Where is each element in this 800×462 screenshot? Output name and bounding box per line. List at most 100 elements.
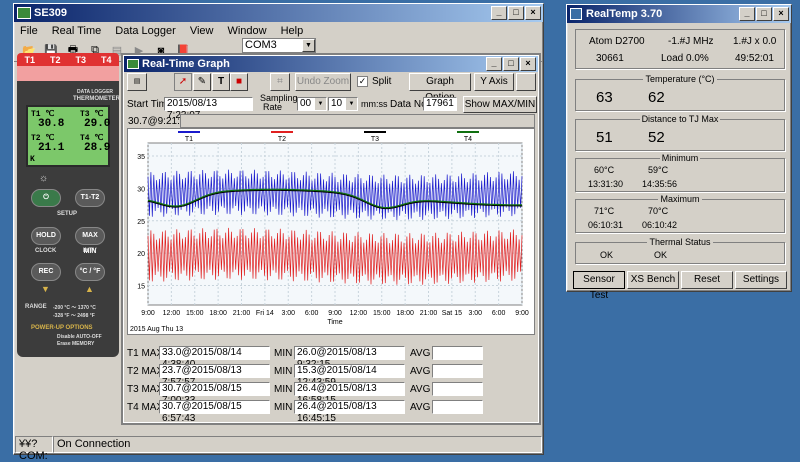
row-max-label: T2 MAX — [127, 366, 164, 377]
lcd-t3-value: 29.0 — [84, 118, 111, 130]
split-checkbox[interactable]: ✓ — [357, 76, 368, 87]
sensor-test-button[interactable]: Sensor Test — [573, 271, 625, 301]
extra-button[interactable] — [516, 73, 536, 91]
row-min-label: MIN — [274, 402, 293, 413]
ruler-icon[interactable]: ⌗ — [270, 73, 290, 91]
chart-svg[interactable]: 9:00 12:00 15:00 18:00 21:00 Fri 14 3:00 6:00 9:… — [128, 129, 534, 334]
y-axis-button[interactable]: Y Axis — [474, 73, 514, 91]
reset-button[interactable]: Reset — [681, 271, 733, 289]
realtemp-titlebar[interactable]: RealTemp 3.70 _ □ × — [567, 5, 791, 23]
row-max-value[interactable]: 30.7@2015/08/15 6:57:43 — [159, 400, 270, 424]
menu-real-time[interactable]: Real Time — [52, 25, 102, 37]
legend-toggle-icon[interactable]: ▤ — [127, 73, 147, 91]
lcd-k: K — [30, 155, 35, 164]
min-core2: 59°C — [648, 165, 669, 175]
intv-label: INTV — [83, 248, 97, 254]
row-min-value[interactable]: 26.4@2015/08/13 16:58:15 — [294, 382, 405, 406]
rate-label-text: Rate — [263, 102, 283, 112]
temperature-label: Temperature (°C) — [643, 74, 717, 84]
device-hold-button[interactable]: HOLD — [31, 227, 61, 245]
start-time-field[interactable]: 2015/08/13 7:23:07 — [164, 97, 253, 121]
data-no-field[interactable]: 17961 — [423, 97, 457, 111]
row-max-label: T1 MAX — [127, 348, 164, 359]
row-max-value[interactable]: 30.7@2015/08/15 7:00:33 — [159, 382, 270, 406]
setup-label: SETUP — [57, 211, 78, 217]
device-unit-button[interactable]: °C / °F — [75, 263, 105, 281]
split-label: Split — [372, 76, 392, 87]
device-rec-button[interactable]: REC — [31, 263, 61, 281]
x-tick-label: Sat 15 — [442, 310, 462, 317]
x-tick-label: 9:00 — [141, 310, 155, 317]
max-core1-time: 06:10:31 — [588, 220, 624, 230]
range-f: -328 °F ～ 2498 °F — [53, 313, 95, 319]
pen-icon[interactable]: ✎ — [193, 73, 211, 91]
row-avg-value[interactable] — [432, 382, 483, 396]
rate-hours-select[interactable]: 00 ▼ — [297, 97, 327, 111]
realtemp-close-button[interactable]: × — [773, 7, 789, 21]
thermal-label: Thermal Status — [647, 237, 713, 247]
row-min-value[interactable]: 26.0@2015/08/13 9:32:15 — [294, 346, 405, 370]
menu-view[interactable]: View — [190, 25, 214, 37]
row-avg-value[interactable] — [432, 346, 483, 360]
rate-minutes-chevron-icon[interactable]: ▼ — [346, 98, 357, 110]
com-port-select[interactable]: COM3 ▼ — [242, 38, 316, 53]
x-tick-label: 3:00 — [468, 310, 482, 317]
graph-close-button[interactable]: × — [520, 57, 536, 71]
device-tab-t3[interactable]: T3 — [75, 55, 86, 65]
device-head — [17, 66, 119, 81]
row-min-value[interactable]: 15.3@2015/08/14 12:43:59 — [294, 364, 405, 388]
main-titlebar[interactable]: SE309 _ □ × — [14, 4, 543, 22]
row-max-value[interactable]: 33.0@2015/08/14 4:38:40 — [159, 346, 270, 370]
close-button[interactable]: × — [525, 6, 541, 20]
rate-hours-chevron-icon[interactable]: ▼ — [315, 98, 326, 110]
row-avg-value[interactable] — [432, 400, 483, 414]
graph-option-button[interactable]: Graph Option — [409, 73, 471, 103]
realtemp-title: RealTemp 3.70 — [586, 8, 663, 20]
temperature-heading: Temperature (°C) — [576, 74, 784, 84]
temp-core1: 63 — [596, 89, 613, 106]
device-tab-t2[interactable]: T2 — [50, 55, 61, 65]
xs-bench-button[interactable]: XS Bench — [627, 271, 679, 289]
range-label: RANGE — [25, 304, 47, 310]
row-max-value[interactable]: 23.7@2015/08/13 7:57:57 — [159, 364, 270, 388]
date-label: 2015 Aug Thu 13 — [130, 326, 183, 333]
graph-maximize-button[interactable]: □ — [503, 57, 519, 71]
settings-button[interactable]: Settings — [735, 271, 787, 289]
graph-titlebar[interactable]: Real-Time Graph _ □ × — [124, 56, 538, 72]
thermal-core1: OK — [600, 250, 614, 260]
pointer-icon[interactable]: ➚ — [174, 73, 192, 91]
realtemp-maximize-button[interactable]: □ — [756, 7, 772, 21]
realtemp-minimize-button[interactable]: _ — [739, 7, 755, 21]
device-t1t2-button[interactable]: T1-T2 — [75, 189, 105, 207]
main-title: SE309 — [34, 7, 68, 19]
menu-help[interactable]: Help — [281, 25, 304, 37]
menu-file[interactable]: File — [20, 25, 38, 37]
menu-data-logger[interactable]: Data Logger — [115, 25, 176, 37]
maximize-button[interactable]: □ — [508, 6, 524, 20]
legend-label: T4 — [464, 136, 472, 143]
text-icon[interactable]: T — [212, 73, 230, 91]
device-tab-t4[interactable]: T4 — [101, 55, 112, 65]
row-avg-value[interactable] — [432, 364, 483, 378]
device-tab-t1[interactable]: T1 — [24, 55, 35, 65]
undo-zoom-button[interactable]: Undo Zoom — [295, 73, 351, 91]
row-min-label: MIN — [274, 384, 293, 395]
minimize-button[interactable]: _ — [491, 6, 507, 20]
show-maxmin-button[interactable]: Show MAX/MIN on — [463, 96, 537, 125]
device-maxmin-button[interactable]: MAX MIN — [75, 227, 105, 255]
distance-heading: Distance to TJ Max — [576, 114, 784, 124]
x-tick-label: 18:00 — [209, 310, 227, 317]
device-brand: THERMOMETER — [73, 96, 120, 102]
graph-minimize-button[interactable]: _ — [486, 57, 502, 71]
realtemp-icon — [570, 8, 582, 20]
color-icon[interactable]: ■ — [230, 73, 248, 91]
rate-minutes-select[interactable]: 10 ▼ — [328, 97, 358, 111]
chevron-down-icon[interactable]: ▼ — [302, 39, 315, 52]
lcd-t1-value: 30.8 — [38, 118, 65, 130]
device-power-button[interactable]: ⏻ — [31, 189, 61, 207]
y-tick-label: 20 — [137, 251, 145, 258]
lcd-t2-value: 21.1 — [38, 142, 65, 154]
x-tick-label: 12:00 — [350, 310, 368, 317]
row-min-value[interactable]: 26.4@2015/08/13 16:45:15 — [294, 400, 405, 424]
menu-window[interactable]: Window — [227, 25, 266, 37]
